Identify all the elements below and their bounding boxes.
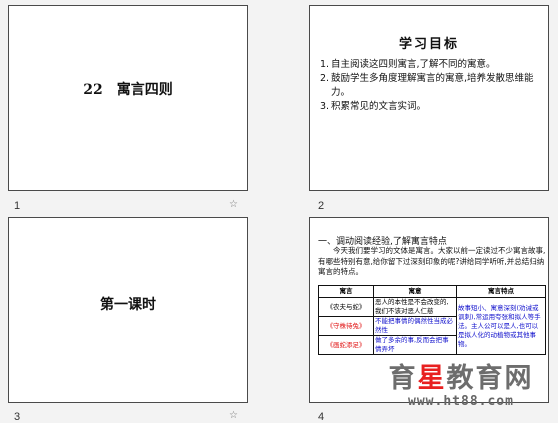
intro-paragraph: 今天我们要学习的文体是寓言。大家以前一定读过不少寓言故事,有哪些特别有意,给你留… — [318, 246, 546, 276]
slide-title: 22 寓言四则 — [83, 82, 173, 98]
slide-transition-icon[interactable]: ☆ — [229, 410, 238, 421]
slide-transition-icon[interactable]: ☆ — [229, 199, 238, 210]
fable-table: 寓言 寓意 寓言特点 《农夫与蛇》 恶人的本性是不会改变的,我们不该对恶人仁慈 … — [318, 285, 546, 355]
slide-title: 学习目标 — [398, 37, 459, 52]
watermark-url: www.ht88.com — [408, 394, 514, 409]
slide-number: 4 — [318, 411, 325, 423]
slide-thumbnail-1[interactable]: 22 寓言四则 — [8, 5, 248, 191]
list-item: 2. 鼓励学生多角度理解寓言的寓意,培养发散思维能力。 — [320, 73, 534, 98]
site-watermark: 育星教育网 www.ht88.com — [368, 364, 554, 410]
objectives-list: 1. 自主阅读这四则寓言,了解不同的寓意。 2. 鼓励学生多角度理解寓言的寓意,培养… — [320, 58, 542, 114]
list-item: 3. 积累常见的文言实词。 — [320, 101, 427, 112]
slide-number: 2 — [318, 200, 325, 212]
table-header: 寓意 — [373, 285, 457, 298]
feature-cell: 故事短小、寓意深刻(劝诫或讽刺),常运用夸张和拟人等手法。主人公可以是人,也可以… — [456, 297, 546, 355]
slide-number: 1 — [14, 200, 21, 212]
slide-title: 第一课时 — [100, 297, 156, 313]
list-item: 1. 自主阅读这四则寓言,了解不同的寓意。 — [320, 59, 496, 70]
slide-thumbnail-2[interactable]: 学习目标 1. 自主阅读这四则寓言,了解不同的寓意。 2. 鼓励学生多角度理解寓言的… — [309, 5, 549, 191]
slide-number: 3 — [14, 411, 21, 423]
table-row: 《农夫与蛇》 恶人的本性是不会改变的,我们不该对恶人仁慈 故事短小、寓意深刻(劝… — [318, 297, 546, 355]
table-header: 寓言 — [318, 285, 374, 298]
watermark-logo: 育星教育网 — [388, 363, 534, 394]
slide-thumbnail-3[interactable]: 第一课时 — [8, 217, 248, 403]
table-header: 寓言特点 — [456, 285, 546, 298]
